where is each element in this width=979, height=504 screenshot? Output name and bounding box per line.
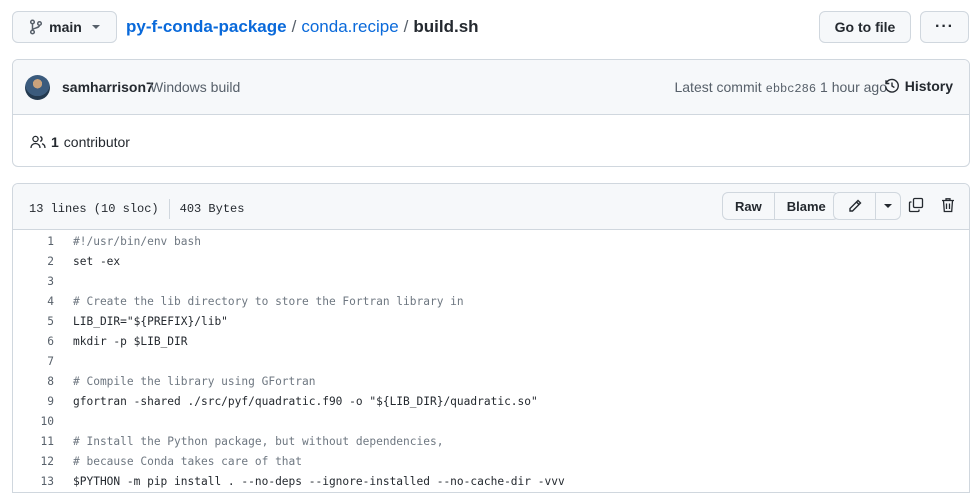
- breadcrumb-current-file: build.sh: [413, 17, 479, 36]
- pencil-icon: [847, 198, 863, 214]
- edit-actions: [833, 192, 901, 220]
- code-line: 1 #!/usr/bin/env bash: [13, 231, 969, 251]
- code-line: 3: [13, 271, 969, 291]
- line-number[interactable]: 3: [13, 275, 54, 288]
- chevron-down-icon: [91, 25, 100, 29]
- copy-icon[interactable]: [908, 197, 924, 213]
- breadcrumb-separator: /: [291, 17, 297, 36]
- contributors-link[interactable]: 1 contributor: [30, 134, 130, 150]
- commit-header: samharrison7 Windows build Latest commit…: [13, 60, 969, 115]
- edit-dropdown-button[interactable]: [875, 193, 900, 219]
- code-line: 13 $PYTHON -m pip install . --no-deps --i…: [13, 471, 969, 491]
- commit-message-link[interactable]: Windows build: [150, 79, 240, 95]
- contributor-count: 1: [51, 134, 59, 150]
- contributor-label: contributor: [63, 134, 130, 150]
- branch-name: main: [49, 19, 82, 35]
- commit-meta: Latest commit ebbc286 1 hour ago: [674, 79, 887, 96]
- line-number[interactable]: 1: [13, 235, 54, 248]
- line-content: LIB_DIR="${PREFIX}/lib": [73, 314, 228, 328]
- code-body: 1 #!/usr/bin/env bash 2 set -ex 3 4 # Create t…: [13, 230, 969, 491]
- branch-selector-button[interactable]: main: [12, 11, 117, 43]
- breadcrumb-repo-link[interactable]: py-f-conda-package: [126, 17, 287, 37]
- line-number[interactable]: 9: [13, 395, 54, 408]
- file-lines-info: 13 lines (10 sloc): [29, 202, 159, 216]
- line-content: mkdir -p $LIB_DIR: [73, 334, 188, 348]
- line-number[interactable]: 5: [13, 315, 54, 328]
- edit-file-button[interactable]: [834, 193, 875, 219]
- breadcrumb: py-f-conda-package / conda.recipe / buil…: [126, 17, 479, 37]
- commit-author-link[interactable]: samharrison7: [62, 79, 154, 95]
- commit-time: 1 hour ago: [820, 79, 887, 95]
- line-number[interactable]: 8: [13, 375, 54, 388]
- more-options-button[interactable]: ···: [920, 11, 969, 43]
- file-view-actions: Raw Blame: [722, 192, 839, 220]
- line-content: # Compile the library using GFortran: [73, 374, 316, 388]
- line-content: # because Conda takes care of that: [73, 454, 303, 468]
- code-line: 8 # Compile the library using GFortran: [13, 371, 969, 391]
- code-line: 12 # because Conda takes care of that: [13, 451, 969, 471]
- chevron-down-icon: [884, 204, 892, 208]
- code-line: 7: [13, 351, 969, 371]
- line-number[interactable]: 13: [13, 475, 54, 488]
- breadcrumb-folder-link[interactable]: conda.recipe: [301, 17, 398, 37]
- code-line: 10: [13, 411, 969, 431]
- breadcrumb-separator: /: [403, 17, 409, 36]
- latest-commit-label: Latest commit: [674, 79, 762, 95]
- line-number[interactable]: 4: [13, 295, 54, 308]
- commit-sha-link[interactable]: ebbc286: [766, 82, 816, 96]
- history-clock-icon: [884, 78, 900, 94]
- line-number[interactable]: 10: [13, 415, 54, 428]
- divider: [168, 199, 170, 219]
- file-size: 403 Bytes: [179, 202, 245, 216]
- file-info: 13 lines (10 sloc) 403 Bytes: [29, 199, 244, 219]
- line-content: $PYTHON -m pip install . --no-deps --ign…: [73, 474, 565, 488]
- code-line: 6 mkdir -p $LIB_DIR: [13, 331, 969, 351]
- code-line: 9 gfortran -shared ./src/pyf/quadratic.f9…: [13, 391, 969, 411]
- file-viewer: 13 lines (10 sloc) 403 Bytes Raw Blame 1…: [12, 183, 970, 493]
- go-to-file-button[interactable]: Go to file: [819, 11, 911, 43]
- raw-button[interactable]: Raw: [723, 193, 774, 219]
- line-content: # Install the Python package, but withou…: [73, 434, 444, 448]
- history-label: History: [904, 78, 953, 94]
- trash-icon[interactable]: [941, 197, 955, 213]
- line-number[interactable]: 11: [13, 435, 54, 448]
- line-number[interactable]: 2: [13, 255, 54, 268]
- line-number[interactable]: 12: [13, 455, 54, 468]
- blame-button[interactable]: Blame: [773, 193, 838, 219]
- line-number[interactable]: 7: [13, 355, 54, 368]
- file-header: 13 lines (10 sloc) 403 Bytes Raw Blame: [13, 184, 969, 230]
- line-number[interactable]: 6: [13, 335, 54, 348]
- line-content: set -ex: [73, 254, 121, 268]
- history-link[interactable]: History: [884, 78, 953, 94]
- latest-commit-box: samharrison7 Windows build Latest commit…: [12, 59, 970, 167]
- line-content: gfortran -shared ./src/pyf/quadratic.f90…: [73, 394, 538, 408]
- git-branch-icon: [29, 19, 43, 35]
- line-content: # Create the lib directory to store the …: [73, 294, 464, 308]
- code-line: 11 # Install the Python package, but with…: [13, 431, 969, 451]
- code-line: 5 LIB_DIR="${PREFIX}/lib": [13, 311, 969, 331]
- code-line: 2 set -ex: [13, 251, 969, 271]
- code-line: 4 # Create the lib directory to store the…: [13, 291, 969, 311]
- line-content: #!/usr/bin/env bash: [73, 234, 201, 248]
- people-icon: [30, 134, 46, 150]
- avatar[interactable]: [25, 75, 50, 100]
